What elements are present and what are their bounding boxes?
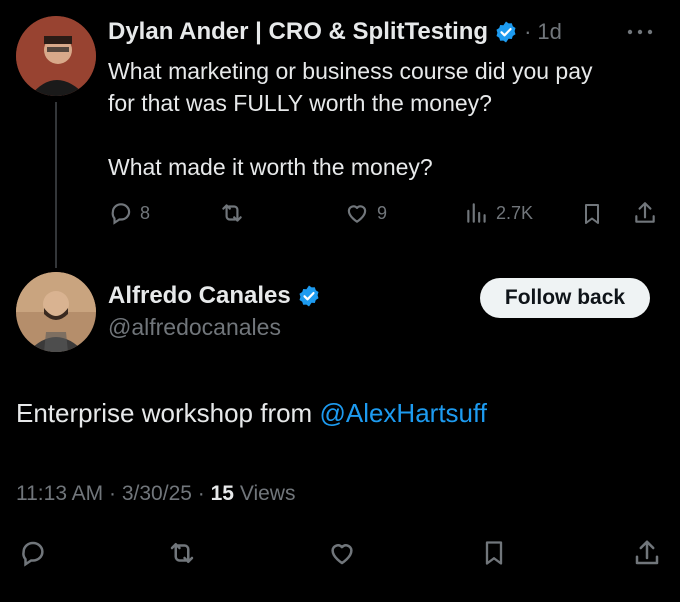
repost-icon[interactable] <box>166 538 198 573</box>
reply-avatar[interactable] <box>16 272 96 352</box>
reply-header: Alfredo Canales <box>108 282 321 310</box>
parent-text: What marketing or business course did yo… <box>108 55 668 183</box>
like-count: 9 <box>377 202 388 223</box>
reply-author-name[interactable]: Alfredo Canales <box>108 282 291 310</box>
reply-text: Enterprise workshop from @AlexHartsuff <box>16 398 487 429</box>
share-icon[interactable] <box>632 200 658 231</box>
follow-back-button[interactable]: Follow back <box>480 278 650 318</box>
reply-metric[interactable]: 8 <box>108 200 150 226</box>
bookmark-icon[interactable] <box>580 201 604 232</box>
reply-icon[interactable] <box>18 538 48 573</box>
views-label: Views <box>233 482 296 505</box>
views-metric[interactable]: 2.7K <box>464 200 533 226</box>
thread-line <box>55 102 57 268</box>
reply-handle[interactable]: @alfredocanales <box>108 314 281 341</box>
share-icon[interactable] <box>632 538 662 573</box>
parent-text-line: for that was FULLY worth the money? <box>108 90 492 116</box>
heart-icon[interactable] <box>326 538 358 573</box>
parent-header: Dylan Ander | CRO & SplitTesting · 1d <box>108 18 562 46</box>
parent-time[interactable]: 1d <box>537 19 561 45</box>
parent-avatar[interactable] <box>16 16 96 96</box>
parent-text-line: What made it worth the money? <box>108 154 433 180</box>
views-count: 2.7K <box>496 202 534 223</box>
verified-badge-icon <box>297 284 321 308</box>
reply-count: 8 <box>140 202 151 223</box>
reply-date[interactable]: 3/30/25 <box>122 482 192 505</box>
parent-author-name[interactable]: Dylan Ander | CRO & SplitTesting <box>108 18 488 46</box>
reply-meta: 11:13 AM · 3/30/25 · 15 Views <box>16 482 295 506</box>
like-metric[interactable]: 9 <box>343 200 387 226</box>
parent-text-line: What marketing or business course did yo… <box>108 58 593 84</box>
meta-dot: · <box>109 482 117 505</box>
views-count: 15 <box>210 482 234 505</box>
reply-timestamp[interactable]: 11:13 AM <box>16 482 103 505</box>
bookmark-icon[interactable] <box>480 538 508 573</box>
reply-icon <box>108 200 134 226</box>
repost-icon <box>218 200 246 226</box>
more-horizontal-icon[interactable] <box>624 24 656 45</box>
analytics-icon <box>464 200 490 226</box>
repost-metric[interactable] <box>218 200 246 226</box>
meta-dot: · <box>197 482 205 505</box>
mention-link[interactable]: @AlexHartsuff <box>319 398 487 428</box>
reply-text-prefix: Enterprise workshop from <box>16 398 320 428</box>
separator-dot: · <box>524 19 532 44</box>
verified-badge-icon <box>494 20 518 44</box>
heart-icon <box>343 200 371 226</box>
